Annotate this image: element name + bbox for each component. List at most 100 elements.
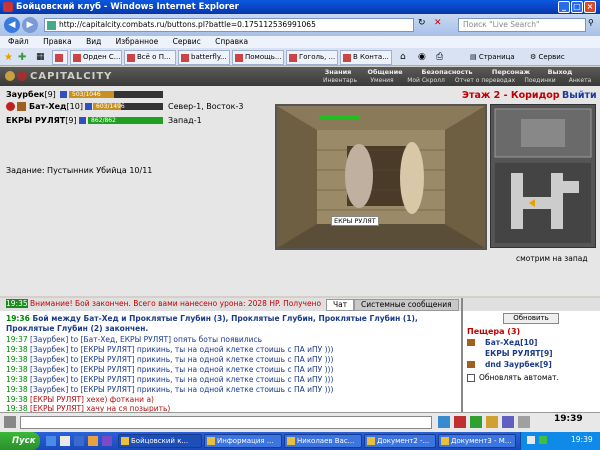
info-icon[interactable] bbox=[60, 91, 67, 98]
subnav-poedinki[interactable]: Поединки bbox=[520, 77, 560, 85]
task-fightclub[interactable]: Бойцовский к... bbox=[118, 434, 202, 448]
auto-refresh-checkbox[interactable] bbox=[467, 374, 475, 382]
quicklaunch-icon[interactable] bbox=[60, 436, 70, 446]
menu-tools[interactable]: Сервис bbox=[173, 37, 201, 46]
tab-pomosch[interactable]: Помощь... bbox=[232, 50, 284, 65]
menu-file[interactable]: Файл bbox=[8, 37, 29, 46]
menu-view[interactable]: Вид bbox=[86, 37, 101, 46]
tab-chat[interactable]: Чат bbox=[326, 299, 355, 311]
chat-mode-icon[interactable] bbox=[4, 416, 16, 428]
nav-bezopasnost[interactable]: Безопасность bbox=[414, 68, 480, 76]
nav-personazh[interactable]: Персонаж bbox=[484, 68, 538, 76]
room-member[interactable]: Бат-Хед[10] bbox=[485, 338, 537, 347]
address-bar[interactable]: http://capitalcity.combats.ru/buttons.pl… bbox=[44, 18, 414, 32]
maximize-button[interactable]: □ bbox=[571, 1, 583, 13]
quicklaunch-icon[interactable] bbox=[74, 436, 84, 446]
chat-input[interactable] bbox=[20, 416, 432, 429]
home-icon[interactable]: ⌂ bbox=[400, 52, 406, 62]
tab-list-icon[interactable]: ▦ bbox=[36, 52, 45, 62]
quicklaunch-icon[interactable] bbox=[46, 436, 56, 446]
tab-batterfly[interactable]: batterfly... bbox=[178, 50, 230, 65]
clear-icon[interactable] bbox=[454, 416, 466, 428]
player-level: [9] bbox=[65, 116, 77, 125]
task-label: Информация ... bbox=[217, 437, 274, 445]
tray-icon[interactable] bbox=[527, 436, 535, 444]
start-label: Пуск bbox=[12, 436, 36, 446]
search-input[interactable]: Поиск "Live Search" bbox=[458, 18, 586, 32]
player-zaurbek[interactable]: Заурбек[9] bbox=[6, 90, 56, 99]
clan-icon bbox=[6, 102, 15, 111]
tab-system-messages[interactable]: Системные сообщения bbox=[354, 299, 459, 311]
page-menu[interactable]: ▤ Страница bbox=[470, 51, 515, 63]
filter-icon[interactable] bbox=[486, 416, 498, 428]
back-button[interactable]: ◀ bbox=[4, 17, 20, 33]
subnav-moi-skroll[interactable]: Мой Скролл bbox=[402, 77, 450, 85]
url-text: http://capitalcity.combats.ru/buttons.pl… bbox=[59, 20, 316, 29]
subnav-otchet[interactable]: Отчет о переводах bbox=[452, 77, 518, 85]
search-icon[interactable]: ⚲ bbox=[588, 18, 594, 27]
tab-vkontakte[interactable]: В Конта... bbox=[340, 50, 392, 65]
info-icon[interactable] bbox=[79, 117, 86, 124]
menu-edit[interactable]: Правка bbox=[43, 37, 72, 46]
subnav-umeniya[interactable]: Умения bbox=[364, 77, 400, 85]
tab-current[interactable] bbox=[52, 50, 68, 65]
ie-icon bbox=[3, 2, 13, 12]
favorites-star-icon[interactable]: ★ bbox=[4, 52, 13, 63]
send-icon[interactable] bbox=[438, 416, 450, 428]
window-icon bbox=[207, 437, 215, 445]
nav-znaniya[interactable]: Знания bbox=[318, 68, 358, 76]
room-member[interactable]: dnd Заурбек[9] bbox=[485, 360, 552, 369]
page-menu-icon: ▤ bbox=[470, 53, 479, 61]
taskbar-clock: 19:39 bbox=[571, 435, 593, 444]
minimize-button[interactable]: _ bbox=[558, 1, 570, 13]
room-member[interactable]: ЕКРЫ РУЛЯТ[9] bbox=[485, 349, 553, 358]
quicklaunch-icon[interactable] bbox=[88, 436, 98, 446]
align-icon bbox=[467, 361, 475, 368]
tools-menu[interactable]: ⚙ Сервис bbox=[530, 51, 565, 63]
tab-orden[interactable]: Орден С... bbox=[70, 50, 122, 65]
subnav-anketa[interactable]: Анкета bbox=[562, 77, 598, 85]
task-nikolaev[interactable]: Николаев Вас... bbox=[284, 434, 362, 448]
translit-icon[interactable] bbox=[502, 416, 514, 428]
exit-link[interactable]: Выйти bbox=[562, 90, 597, 101]
print-icon[interactable]: ⎙ bbox=[436, 52, 443, 62]
tab-vse-o[interactable]: Всё о П... bbox=[124, 50, 176, 65]
task-doc2[interactable]: Документ2 -... bbox=[364, 434, 436, 448]
tools-menu-label: Сервис bbox=[538, 53, 565, 61]
tab-icon bbox=[73, 54, 81, 62]
tab-icon bbox=[235, 54, 243, 62]
subnav-inventar[interactable]: Инвентарь bbox=[318, 77, 362, 85]
quicklaunch-icon[interactable] bbox=[102, 436, 112, 446]
refresh-button[interactable]: Обновить bbox=[503, 313, 559, 324]
feeds-icon[interactable]: ◉ bbox=[418, 52, 426, 62]
add-favorite-icon[interactable]: ✚ bbox=[18, 52, 26, 63]
smile-icon[interactable] bbox=[470, 416, 482, 428]
tray-icon[interactable] bbox=[539, 436, 547, 444]
task-label: Николаев Вас... bbox=[297, 437, 355, 445]
nav-vyhod[interactable]: Выход bbox=[540, 68, 580, 76]
stop-icon[interactable]: ✕ bbox=[434, 18, 442, 28]
player-ekry-rulyat[interactable]: ЕКРЫ РУЛЯТ[9] bbox=[6, 116, 77, 125]
menu-help[interactable]: Справка bbox=[215, 37, 248, 46]
task-doc3[interactable]: Документ3 - М... bbox=[438, 434, 516, 448]
task-info[interactable]: Информация ... bbox=[204, 434, 282, 448]
player-bat-hed[interactable]: Бат-Хед[10] bbox=[29, 102, 83, 111]
start-button[interactable]: Пуск bbox=[0, 432, 40, 450]
chat-log[interactable]: 19:35 Внимание! Бой закончен. Всего вами… bbox=[0, 299, 461, 413]
minimap[interactable] bbox=[490, 104, 596, 248]
close-button[interactable]: × bbox=[584, 1, 596, 13]
tab-label: В Конта... bbox=[353, 53, 389, 61]
tab-label: Гоголь, ... bbox=[299, 53, 336, 61]
chat-input-bar: 19:39 bbox=[0, 412, 600, 432]
menu-favorites[interactable]: Избранное bbox=[116, 37, 159, 46]
info-icon[interactable] bbox=[85, 103, 92, 110]
refresh-icon[interactable]: ↻ bbox=[418, 18, 426, 28]
tab-gogol[interactable]: Гоголь, ... bbox=[286, 50, 338, 65]
settings-icon[interactable] bbox=[518, 416, 530, 428]
hp-text: 503/1046 bbox=[72, 91, 101, 98]
chat-line: 19:37 [Заурбек] to [Бат-Хед, ЕКРЫ РУЛЯТ]… bbox=[6, 335, 262, 344]
location-title: Этаж 2 - Коридор bbox=[462, 90, 560, 101]
nav-obschenie[interactable]: Общение bbox=[360, 68, 410, 76]
forward-button[interactable]: ▶ bbox=[22, 17, 38, 33]
dungeon-scene[interactable]: ЕКРЫ РУЛЯТ bbox=[275, 104, 487, 250]
